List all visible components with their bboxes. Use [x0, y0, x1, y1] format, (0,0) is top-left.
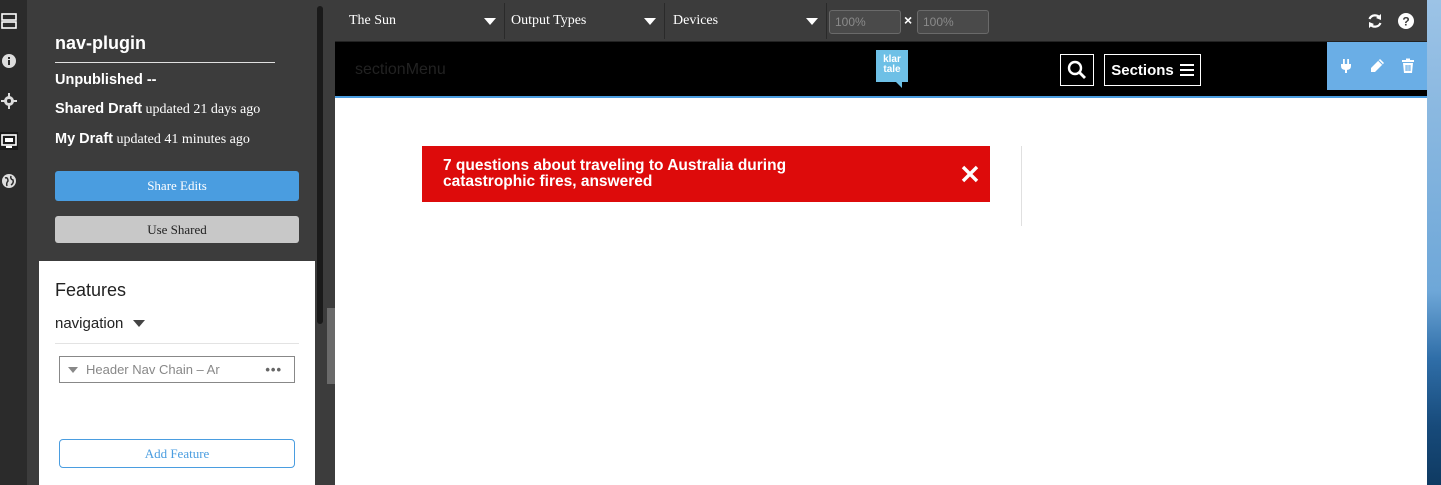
site-select-value: The Sun	[349, 13, 397, 28]
feature-item[interactable]: Header Nav Chain – Ar •••	[59, 356, 295, 383]
chevron-down-icon	[806, 18, 818, 25]
gallery-icon[interactable]	[0, 132, 18, 150]
feature-actions	[1327, 42, 1427, 90]
shared-draft-time: updated 21 days ago	[145, 102, 261, 117]
gear-icon[interactable]	[0, 92, 18, 110]
section-menu-placeholder: sectionMenu	[355, 61, 446, 78]
plug-icon[interactable]	[1338, 58, 1354, 74]
shared-draft-status: Shared Draft updated 21 days ago	[55, 101, 260, 118]
expand-caret-icon[interactable]	[68, 366, 78, 373]
share-edits-button[interactable]: Share Edits	[55, 171, 299, 201]
output-types-value: Output Types	[511, 13, 587, 28]
features-title: Features	[55, 280, 127, 300]
site-logo[interactable]: klar tale	[876, 50, 908, 88]
preview-toolbar: The Sun Output Types Devices 100% × 100%…	[335, 0, 1427, 42]
output-types-select[interactable]: Output Types	[505, 3, 665, 39]
use-shared-button[interactable]: Use Shared	[55, 216, 299, 243]
sections-label: Sections	[1111, 61, 1174, 79]
hamburger-icon	[1179, 64, 1194, 76]
feature-filter-select[interactable]: navigation	[55, 315, 146, 332]
scrollbar-thumb[interactable]	[317, 6, 323, 324]
chevron-down-icon	[133, 320, 146, 327]
trash-icon[interactable]	[1400, 58, 1416, 74]
column-divider	[1021, 146, 1022, 226]
breaking-news-alert[interactable]: 7 questions about traveling to Australia…	[422, 146, 990, 202]
site-preview: sectionMenu klar tale Sections 7 questio…	[335, 42, 1427, 485]
logo-line2: tale	[883, 64, 901, 75]
info-icon[interactable]	[0, 52, 18, 70]
alert-headline[interactable]: 7 questions about traveling to Australia…	[443, 158, 863, 190]
features-section: Features navigation Header Nav Chain – A…	[39, 261, 315, 485]
panel-scrollbar[interactable]	[315, 0, 335, 485]
site-select[interactable]: The Sun	[335, 3, 505, 39]
sections-menu-button[interactable]: Sections	[1104, 54, 1201, 86]
refresh-icon[interactable]	[1366, 12, 1384, 30]
dimension-separator: ×	[904, 12, 913, 28]
globe-icon[interactable]	[0, 172, 18, 190]
help-icon[interactable]: ?	[1397, 12, 1415, 30]
unpublished-status: Unpublished --	[55, 72, 157, 89]
pencil-icon[interactable]	[1369, 58, 1385, 74]
chevron-down-icon	[484, 18, 496, 25]
features-divider	[55, 343, 299, 344]
width-input[interactable]: 100%	[829, 10, 901, 34]
unpublished-label: Unpublished --	[55, 72, 157, 88]
layout-icon[interactable]	[0, 12, 18, 30]
shared-draft-label: Shared Draft	[55, 101, 143, 117]
my-draft-time: updated 41 minutes ago	[116, 132, 250, 147]
my-draft-status: My Draft updated 41 minutes ago	[55, 131, 250, 148]
chevron-down-icon	[644, 18, 656, 25]
svg-text:?: ?	[1402, 15, 1409, 29]
add-feature-button[interactable]: Add Feature	[59, 439, 295, 468]
desktop-background	[1427, 0, 1441, 485]
close-icon[interactable]	[960, 164, 980, 184]
scrollbar-track-segment	[327, 308, 335, 384]
editor-panel: nav-plugin Unpublished -- Shared Draft u…	[27, 0, 315, 485]
more-options-icon[interactable]: •••	[265, 362, 282, 377]
site-header: sectionMenu klar tale Sections	[335, 42, 1427, 98]
feature-filter-value: navigation	[55, 315, 124, 332]
plugin-info: nav-plugin Unpublished -- Shared Draft u…	[27, 0, 315, 261]
icon-rail	[0, 0, 27, 485]
search-button[interactable]	[1060, 54, 1094, 86]
feature-item-label: Header Nav Chain – Ar	[86, 362, 220, 377]
title-divider	[55, 62, 275, 63]
my-draft-label: My Draft	[55, 131, 114, 147]
height-input[interactable]: 100%	[917, 10, 989, 34]
search-icon	[1067, 60, 1086, 79]
devices-select[interactable]: Devices	[665, 3, 827, 39]
plugin-title: nav-plugin	[55, 33, 146, 53]
devices-value: Devices	[673, 13, 719, 28]
